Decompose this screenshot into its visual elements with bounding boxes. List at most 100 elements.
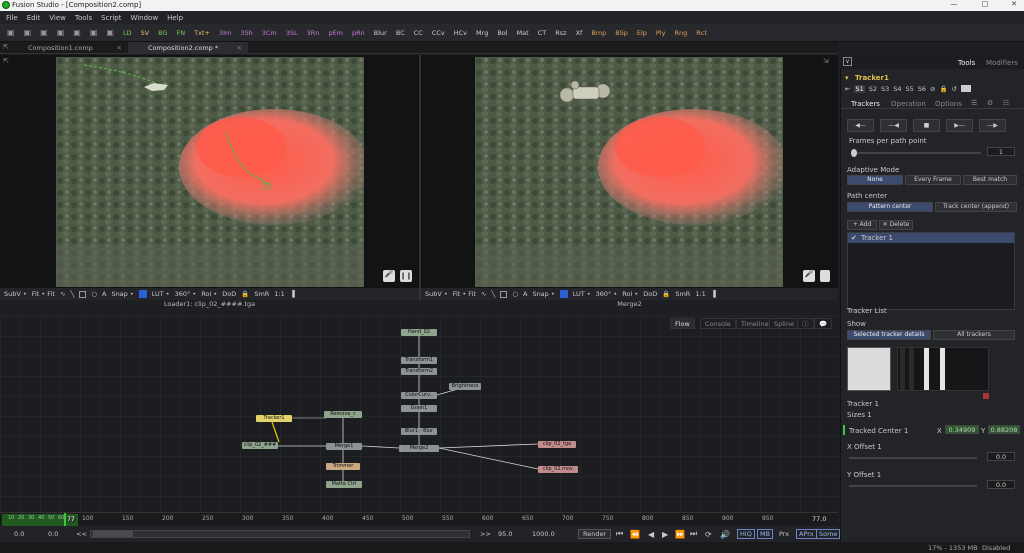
viewer-pin-icon[interactable]: ⇲ — [823, 57, 829, 65]
render-end[interactable]: 95.0 — [498, 530, 512, 538]
time-ruler[interactable]: 77 77.0 100 150 200 250 300 350 400 450 500 550 60… — [0, 512, 838, 527]
smr-button[interactable]: SmR — [254, 290, 269, 298]
pattern-center-button[interactable]: Pattern center — [847, 202, 933, 212]
checkbox-icon[interactable]: ✔ — [851, 234, 857, 242]
viewer-pin-icon[interactable]: ⇱ — [3, 57, 9, 65]
flow-node[interactable]: clip_02_### — [242, 442, 278, 449]
histogram-icon[interactable]: ▐ — [290, 290, 295, 298]
aprx-button[interactable]: APrx — [796, 529, 817, 539]
menu-tools[interactable]: Tools — [75, 14, 92, 22]
audio-icon[interactable]: 🔊 — [720, 530, 730, 539]
flow-node[interactable]: Grain1 — [401, 405, 437, 412]
slot-s3[interactable]: S3 — [881, 85, 889, 93]
go-to-start-icon[interactable]: ⏮ — [616, 529, 623, 539]
toolbar-button-21[interactable]: CC — [411, 29, 426, 37]
tool-expand-icon[interactable]: ▾ — [845, 74, 849, 82]
hiq-button[interactable]: HiQ — [737, 529, 755, 539]
menu-view[interactable]: View — [49, 14, 66, 22]
show-selected-details-button[interactable]: Selected tracker details — [847, 330, 931, 340]
delete-tracker-button[interactable]: ✕ Delete — [879, 220, 913, 230]
dod-button[interactable]: DoD — [643, 290, 657, 298]
color-swatch-icon[interactable] — [961, 85, 972, 92]
toolbar-button-19[interactable]: Blur — [371, 29, 390, 37]
tab-modifiers[interactable]: Modifiers — [986, 59, 1018, 67]
tab-spline[interactable]: Spline — [769, 318, 799, 329]
scroll-right-button[interactable]: >> — [480, 530, 491, 538]
toolbar-button-4[interactable]: ▣ — [70, 28, 84, 37]
toolbar-button-5[interactable]: ▣ — [87, 28, 101, 37]
toolbar-button-16[interactable]: 3Rn — [304, 29, 323, 37]
toolbar-button-9[interactable]: BG — [155, 29, 170, 37]
lut-dropdown[interactable]: LUT • — [573, 290, 591, 298]
toolbar-button-12[interactable]: 3Im — [216, 29, 234, 37]
pause-icon[interactable] — [820, 270, 830, 282]
toolbar-button-1[interactable]: ▣ — [21, 28, 35, 37]
toolbar-button-30[interactable]: Bmp — [588, 29, 609, 37]
fit-dropdown[interactable]: Fit • Fit — [453, 290, 476, 298]
frames-per-path-value[interactable]: 1 — [987, 147, 1015, 156]
rectangle-icon[interactable] — [79, 290, 87, 298]
color-swatch-icon[interactable] — [559, 290, 568, 298]
toolbar-button-33[interactable]: Ply — [653, 29, 669, 37]
end-frame-value[interactable]: 77.0 — [812, 515, 826, 523]
toolbar-button-10[interactable]: FN — [174, 29, 189, 37]
toolbar-button-8[interactable]: SV — [138, 29, 153, 37]
ellipse-icon[interactable]: ○ — [91, 290, 97, 298]
render-button[interactable]: Render — [578, 529, 612, 539]
ratio-button[interactable]: 1:1 — [695, 290, 705, 298]
global-start[interactable]: 0.0 — [14, 530, 24, 538]
slider-handle[interactable] — [851, 149, 857, 157]
polyline-icon[interactable]: ╲ — [70, 290, 74, 298]
tab-flow[interactable]: Flow — [670, 318, 695, 329]
gear-icon[interactable]: ⚙ — [987, 99, 993, 107]
curve-icon[interactable]: ∿ — [60, 290, 65, 298]
track-center-append-button[interactable]: Track center (append) — [935, 202, 1017, 212]
toolbar-button-18[interactable]: pRn — [349, 29, 368, 37]
color-swatch-icon[interactable] — [138, 290, 147, 298]
menu-window[interactable]: Window — [130, 14, 158, 22]
tab-timeline[interactable]: Timeline — [736, 318, 774, 329]
lut-dropdown[interactable]: LUT • — [152, 290, 170, 298]
prx-button[interactable]: Prx — [779, 530, 789, 538]
toolbar-button-34[interactable]: Rng — [671, 29, 690, 37]
tab-console[interactable]: Console — [700, 318, 736, 329]
slot-s1[interactable]: S1 — [854, 85, 865, 93]
adaptive-none-button[interactable]: None — [847, 175, 903, 185]
menu-file[interactable]: File — [6, 14, 18, 22]
flow-node[interactable]: clip_02.mov — [538, 466, 578, 473]
global-end[interactable]: 1000.0 — [532, 530, 555, 538]
x-offset-value[interactable]: 0.0 — [987, 452, 1015, 461]
toolbar-button-13[interactable]: 3Sh — [237, 29, 255, 37]
script-icon[interactable]: ☷ — [1003, 99, 1009, 107]
toolbar-button-27[interactable]: CT — [535, 29, 550, 37]
scrollbar-thumb[interactable] — [93, 531, 133, 537]
menu-help[interactable]: Help — [167, 14, 183, 22]
toolbar-button-32[interactable]: Elp — [634, 29, 650, 37]
rectangle-icon[interactable] — [500, 290, 508, 298]
menu-edit[interactable]: Edit — [27, 14, 41, 22]
ratio-button[interactable]: 1:1 — [274, 290, 284, 298]
lock-icon[interactable]: 🔒 — [940, 85, 948, 93]
slot-s2[interactable]: S2 — [869, 85, 877, 93]
center-y-value[interactable]: 0.88208 — [988, 425, 1020, 434]
track-reverse-button[interactable]: —◀ — [880, 119, 907, 132]
toolbar-button-20[interactable]: BC — [393, 29, 408, 37]
range-scrollbar[interactable] — [90, 530, 470, 538]
info-icon[interactable]: ⓘ — [797, 318, 814, 329]
reset-icon[interactable]: ↺ — [952, 85, 957, 93]
tab-composition1[interactable]: Composition1.comp ✕ — [0, 42, 128, 54]
toolbar-button-26[interactable]: Mat — [514, 29, 532, 37]
flow-node[interactable]: Hand_02 — [401, 329, 437, 336]
tracker-list-box[interactable]: ✔ Tracker 1 — [847, 232, 1015, 310]
pause-icon[interactable]: ❙❙ — [400, 270, 412, 282]
toolbar-button-22[interactable]: CCv — [429, 29, 448, 37]
flow-node-editor[interactable]: Hand_02 Transform1 Transform2 Brightness Col… — [0, 316, 838, 512]
stop-tracking-button[interactable]: ■ — [913, 119, 940, 132]
slot-s5[interactable]: S5 — [906, 85, 914, 93]
add-tracker-button[interactable]: + Add — [847, 220, 877, 230]
snap-dropdown[interactable]: Snap • — [532, 290, 554, 298]
step-back-icon[interactable]: ⏪ — [630, 530, 640, 539]
text-tool-icon[interactable]: A — [523, 290, 527, 298]
collapse-icon[interactable]: ∨ — [843, 57, 852, 66]
flow-node[interactable]: Matte Ctrl — [326, 481, 362, 488]
